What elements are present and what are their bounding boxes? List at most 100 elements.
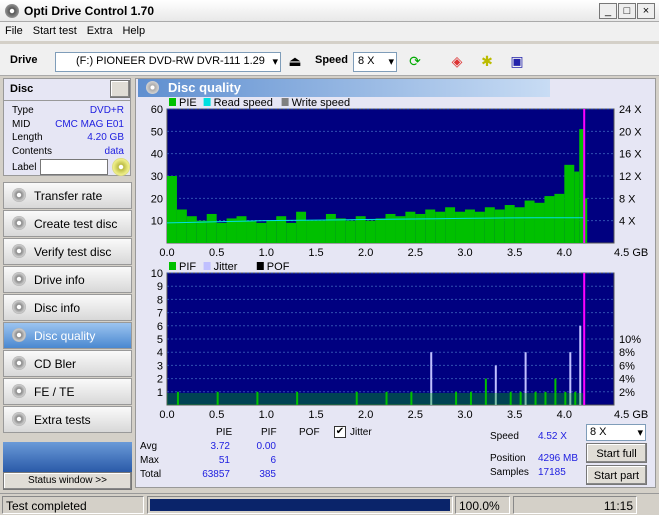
menu-bar: File Start test Extra Help xyxy=(0,22,659,41)
disc-quality-panel: Disc quality 10 20 30 40 50 60 4 X8 X 12 X 16 X2… xyxy=(135,78,656,488)
status-text: Test completed xyxy=(2,496,144,514)
pie-bar xyxy=(514,207,525,243)
pie-bar xyxy=(306,220,316,243)
nav-disc-info[interactable]: Disc info xyxy=(3,294,132,321)
speed-select[interactable]: 8 X ▾ xyxy=(353,52,397,72)
jitter-checkbox[interactable]: ✔ xyxy=(334,426,346,438)
nav-drive-info[interactable]: Drive info xyxy=(3,266,132,293)
eject-icon[interactable]: ⏏ xyxy=(284,50,306,72)
minimize-button[interactable]: _ xyxy=(599,3,617,19)
settings-icon[interactable]: ✱ xyxy=(476,50,498,72)
disc-icon xyxy=(12,216,26,230)
pie-bar xyxy=(534,202,545,243)
nav-fe-te[interactable]: FE / TE xyxy=(3,378,132,405)
contents-label: Contents xyxy=(12,146,53,157)
cd-icon[interactable] xyxy=(112,158,130,176)
progress-fill xyxy=(150,499,450,511)
samples-label: Samples xyxy=(490,467,529,478)
label-input[interactable] xyxy=(40,159,108,175)
nav-cd-bler[interactable]: CD Bler xyxy=(3,350,132,377)
x-tick-label: 3.5 xyxy=(507,247,522,259)
y2-tick-label: 8 X xyxy=(619,193,636,205)
x-tick-label: 4.0 xyxy=(557,247,572,259)
pie-bar xyxy=(236,216,247,243)
nav-label: Transfer rate xyxy=(34,189,103,203)
speed-label: Speed xyxy=(315,54,349,66)
pie-bar xyxy=(186,216,197,243)
nav-extra-tests[interactable]: Extra tests xyxy=(3,406,132,433)
sidebar: Disc Type DVD+R MID CMC MAG E01 Length 4.20… xyxy=(0,78,134,490)
refresh-icon[interactable]: ⟳ xyxy=(404,50,426,72)
disc-icon xyxy=(12,188,26,202)
pie-bar xyxy=(206,213,217,243)
mid-label: MID xyxy=(12,119,31,130)
pie-bar xyxy=(574,171,580,243)
disc-panel-button[interactable] xyxy=(110,80,130,98)
nav-transfer-rate[interactable]: Transfer rate xyxy=(3,182,132,209)
y-tick-label: 7 xyxy=(157,308,163,320)
start-part-button[interactable]: Start part xyxy=(586,465,647,485)
drive-select[interactable]: (F:) PIONEER DVD-RW DVR-111 1.29 ▾ xyxy=(55,52,281,72)
y-tick-label: 6 xyxy=(157,321,163,333)
nav-label: Verify test disc xyxy=(34,245,112,259)
status-bar: Test completed 100.0% 11:15 xyxy=(0,493,659,515)
y-tick-label: 50 xyxy=(151,126,163,138)
type-value: DVD+R xyxy=(89,105,124,116)
x-tick-label: 2.5 xyxy=(408,247,423,259)
y-tick-label: 40 xyxy=(151,149,163,161)
nav-create-test-disc[interactable]: Create test disc xyxy=(3,210,132,237)
charts-area: 10 20 30 40 50 60 4 X 8 X 12 X 16 X 20 X 24 X 0.0 0.5… xyxy=(151,97,649,419)
pie-bar xyxy=(435,211,446,243)
menu-help[interactable]: Help xyxy=(117,22,150,40)
nav-label: Disc info xyxy=(34,301,81,315)
close-button[interactable]: × xyxy=(637,3,655,19)
nav-verify-test-disc[interactable]: Verify test disc xyxy=(3,238,132,265)
menu-extra[interactable]: Extra xyxy=(82,22,118,40)
x-tick-label: 3.5 xyxy=(507,409,522,419)
x-tick-label: 0.0 xyxy=(159,409,174,419)
maximize-button[interactable]: □ xyxy=(618,3,636,19)
y2-tick-label: 12 X xyxy=(619,171,642,183)
y-tick-label: 8 xyxy=(157,294,163,306)
contents-value: data xyxy=(104,146,124,157)
legend-label: Jitter xyxy=(214,261,238,273)
test-speed-value: 8 X xyxy=(590,426,607,438)
legend-swatch xyxy=(169,262,176,270)
stat-pie-value: 51 xyxy=(218,455,230,466)
title-bar: Opti Drive Control 1.70 _ □ × xyxy=(0,0,659,22)
pie-bar xyxy=(405,211,416,243)
menu-file[interactable]: File xyxy=(0,22,28,40)
menu-start-test[interactable]: Start test xyxy=(28,22,82,40)
save-icon[interactable]: ▣ xyxy=(506,50,528,72)
stat-pie-value: 3.72 xyxy=(210,441,230,452)
erase-icon[interactable]: ◈ xyxy=(446,50,468,72)
nav-label: Create test disc xyxy=(34,217,118,231)
col-pie: PIE xyxy=(216,427,233,438)
legend-label: PIE xyxy=(179,97,197,109)
y2-tick-label: 16 X xyxy=(619,149,642,161)
progress-bar xyxy=(147,496,453,514)
legend-label: PIF xyxy=(179,261,196,273)
pie-bar xyxy=(256,222,267,243)
status-window-button[interactable]: Status window >> xyxy=(3,472,132,490)
y-tick-label: 5 xyxy=(157,334,163,346)
y-tick-label: 1 xyxy=(157,387,163,399)
position-label: Position xyxy=(490,453,526,464)
start-full-button[interactable]: Start full xyxy=(586,443,647,463)
test-speed-select[interactable]: 8 X ▾ xyxy=(586,424,646,441)
pie-bar xyxy=(375,218,386,243)
pie-bar xyxy=(176,209,187,243)
drive-value: (F:) PIONEER DVD-RW DVR-111 1.29 xyxy=(76,55,265,67)
nav-spacer xyxy=(3,442,132,472)
samples-value: 17185 xyxy=(538,467,566,478)
speed-info-label: Speed xyxy=(490,431,519,442)
length-value: 4.20 GB xyxy=(87,132,124,143)
position-value: 4296 MB xyxy=(538,453,579,464)
clock: 11:15 xyxy=(513,496,637,514)
y-tick-label: 4 xyxy=(157,347,163,359)
nav-disc-quality[interactable]: Disc quality xyxy=(3,322,132,349)
legend-label: Write speed xyxy=(292,97,351,109)
pie-bar xyxy=(524,200,535,243)
x-tick-label: 2.0 xyxy=(358,247,373,259)
pie-bar xyxy=(415,213,426,243)
